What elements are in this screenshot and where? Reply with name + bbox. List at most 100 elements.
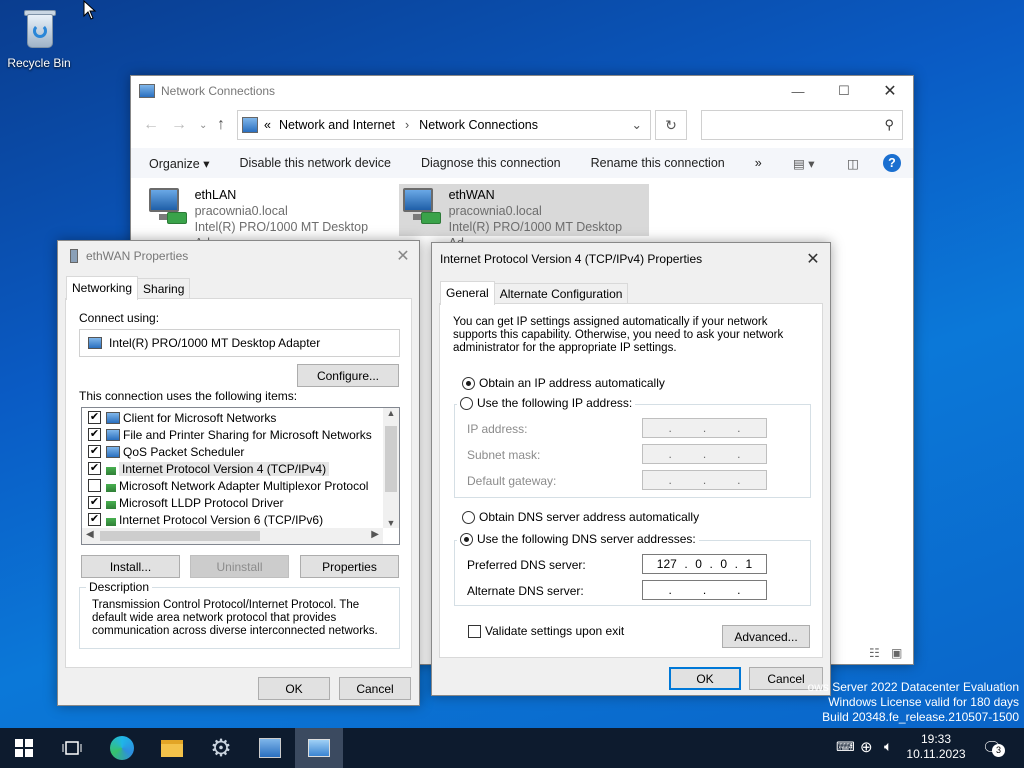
task-view-button[interactable]	[48, 728, 96, 768]
breadcrumb-separator-icon: ›	[405, 118, 410, 132]
organize-menu[interactable]: Organize ▾	[131, 156, 221, 171]
default-gateway-field[interactable]: ...	[642, 470, 767, 490]
recent-chevron-icon[interactable]: ⌄	[199, 120, 207, 131]
up-arrow-icon[interactable]: ↑	[217, 116, 225, 134]
maximize-button[interactable]: ☐	[821, 76, 867, 106]
list-item[interactable]: Microsoft Network Adapter Multiplexor Pr…	[82, 477, 399, 494]
diagnose-command[interactable]: Diagnose this connection	[403, 156, 573, 170]
globe-icon[interactable]: ⊕	[860, 738, 873, 756]
advanced-button[interactable]: Advanced...	[722, 625, 810, 648]
start-button[interactable]	[0, 728, 48, 768]
large-icons-view-icon[interactable]: ▣	[891, 646, 902, 660]
network-connections-taskbar-button[interactable]	[295, 728, 343, 768]
use-following-ip-option[interactable]: Use the following IP address:	[457, 396, 636, 411]
clock[interactable]: 19:33 10.11.2023	[905, 732, 967, 762]
list-item[interactable]: ✔ Client for Microsoft Networks	[82, 409, 399, 426]
address-dropdown-icon[interactable]: ⌄	[632, 117, 642, 132]
use-following-ip-radio[interactable]	[460, 397, 473, 411]
properties-button[interactable]: Properties	[300, 555, 399, 578]
details-view-icon[interactable]: ☷	[869, 646, 880, 660]
control-panel-taskbar-button[interactable]	[246, 728, 294, 768]
server-manager-taskbar-button[interactable]: ⚙	[197, 728, 245, 768]
clock-time: 19:33	[920, 732, 952, 746]
tab-alternate-configuration[interactable]: Alternate Configuration	[493, 283, 629, 305]
file-explorer-taskbar-button[interactable]	[148, 728, 196, 768]
preview-pane-icon[interactable]: ◫	[847, 156, 859, 171]
help-icon[interactable]: ?	[883, 154, 901, 172]
item-checkbox[interactable]: ✔	[88, 428, 101, 441]
obtain-ip-auto-option[interactable]: Obtain an IP address automatically	[462, 376, 665, 391]
volume-muted-icon[interactable]: 🔈︎	[884, 738, 892, 755]
configure-button[interactable]: Configure...	[297, 364, 399, 387]
obtain-ip-auto-radio[interactable]	[462, 377, 475, 391]
connection-item-ethlan[interactable]: ethLAN pracownia0.local Intel(R) PRO/100…	[145, 184, 395, 250]
adapter-name: Intel(R) PRO/1000 MT Desktop Adapter	[109, 336, 321, 350]
breadcrumb-network-and-internet[interactable]: Network and Internet	[279, 118, 395, 132]
close-button[interactable]: ✕	[867, 76, 913, 106]
recycle-bin-icon	[19, 8, 59, 52]
item-checkbox[interactable]: ✔	[88, 513, 101, 526]
validate-settings-option[interactable]: Validate settings upon exit	[468, 624, 624, 638]
item-checkbox[interactable]: ✔	[88, 462, 101, 475]
notifications-button[interactable]: 🗨︎ 3	[982, 738, 1006, 758]
more-commands-button[interactable]: »	[737, 156, 774, 170]
breadcrumb-prefix[interactable]: «	[264, 118, 271, 132]
scroll-thumb[interactable]	[385, 426, 397, 492]
item-checkbox[interactable]: ✔	[88, 496, 101, 509]
install-button[interactable]: Install...	[81, 555, 180, 578]
hscroll-thumb[interactable]	[100, 531, 260, 541]
item-label: File and Printer Sharing for Microsoft N…	[123, 427, 372, 442]
ok-button[interactable]: OK	[669, 667, 741, 690]
use-following-dns-radio[interactable]	[460, 533, 473, 547]
adapter-icon	[88, 337, 102, 349]
vertical-scrollbar[interactable]: ▲ ▼	[383, 408, 399, 528]
tab-sharing[interactable]: Sharing	[137, 278, 191, 300]
list-item[interactable]: ✔ Internet Protocol Version 6 (TCP/IPv6)	[82, 511, 399, 528]
rename-command[interactable]: Rename this connection	[573, 156, 737, 170]
list-item[interactable]: ✔ Internet Protocol Version 4 (TCP/IPv4)	[82, 460, 399, 477]
item-label: Internet Protocol Version 6 (TCP/IPv6)	[119, 512, 324, 527]
close-button[interactable]: ✕	[387, 241, 419, 271]
windows-watermark: ows Server 2022 Datacenter Evaluation Wi…	[808, 680, 1019, 725]
disable-device-command[interactable]: Disable this network device	[221, 156, 402, 170]
validate-settings-checkbox[interactable]	[468, 624, 481, 638]
list-item[interactable]: ✔ Microsoft LLDP Protocol Driver	[82, 494, 399, 511]
edge-taskbar-button[interactable]	[98, 728, 146, 768]
obtain-dns-auto-radio[interactable]	[462, 511, 475, 525]
refresh-button[interactable]: ↻	[655, 110, 687, 140]
back-arrow-icon[interactable]: ←	[143, 116, 159, 134]
close-button[interactable]: ✕	[796, 243, 830, 275]
item-checkbox[interactable]: ✔	[88, 445, 101, 458]
minimize-button[interactable]: —	[775, 76, 821, 106]
address-bar[interactable]: « Network and Internet › Network Connect…	[237, 110, 651, 140]
connection-item-ethwan[interactable]: ethWAN pracownia0.local Intel(R) PRO/100…	[399, 184, 649, 250]
item-checkbox[interactable]	[88, 479, 101, 492]
breadcrumb-network-connections[interactable]: Network Connections	[419, 118, 538, 132]
forward-arrow-icon[interactable]: →	[171, 116, 187, 134]
cancel-button[interactable]: Cancel	[339, 677, 411, 700]
use-following-dns-option[interactable]: Use the following DNS server addresses:	[457, 532, 699, 547]
scroll-left-icon[interactable]: ◀	[86, 529, 94, 540]
view-options-icon[interactable]: ▤ ▾	[793, 156, 815, 171]
subnet-mask-field[interactable]: ...	[642, 444, 767, 464]
item-checkbox[interactable]: ✔	[88, 411, 101, 424]
network-tray-icon[interactable]: ⌨	[836, 739, 855, 755]
list-item[interactable]: ✔ File and Printer Sharing for Microsoft …	[82, 426, 399, 443]
alternate-dns-field[interactable]: ...	[642, 580, 767, 600]
ok-button[interactable]: OK	[258, 677, 330, 700]
scroll-up-icon[interactable]: ▲	[383, 408, 399, 418]
ip-address-field[interactable]: ...	[642, 418, 767, 438]
search-input[interactable]: ⚲	[701, 110, 903, 140]
components-list[interactable]: ✔ Client for Microsoft Networks ✔ File and …	[81, 407, 400, 545]
ipv4-titlebar: Internet Protocol Version 4 (TCP/IPv4) P…	[432, 243, 830, 275]
scroll-down-icon[interactable]: ▼	[383, 518, 399, 528]
uninstall-button[interactable]: Uninstall	[190, 555, 289, 578]
tab-general[interactable]: General	[440, 281, 495, 305]
obtain-dns-auto-option[interactable]: Obtain DNS server address automatically	[462, 510, 699, 525]
tab-networking[interactable]: Networking	[66, 276, 139, 300]
recycle-bin-shortcut[interactable]: Recycle Bin	[6, 8, 72, 70]
list-item[interactable]: ✔ QoS Packet Scheduler	[82, 443, 399, 460]
scroll-right-icon[interactable]: ▶	[371, 529, 379, 540]
horizontal-scrollbar[interactable]: ◀ ▶	[82, 528, 383, 544]
preferred-dns-field[interactable]: 127. 0. 0. 1	[642, 554, 767, 574]
